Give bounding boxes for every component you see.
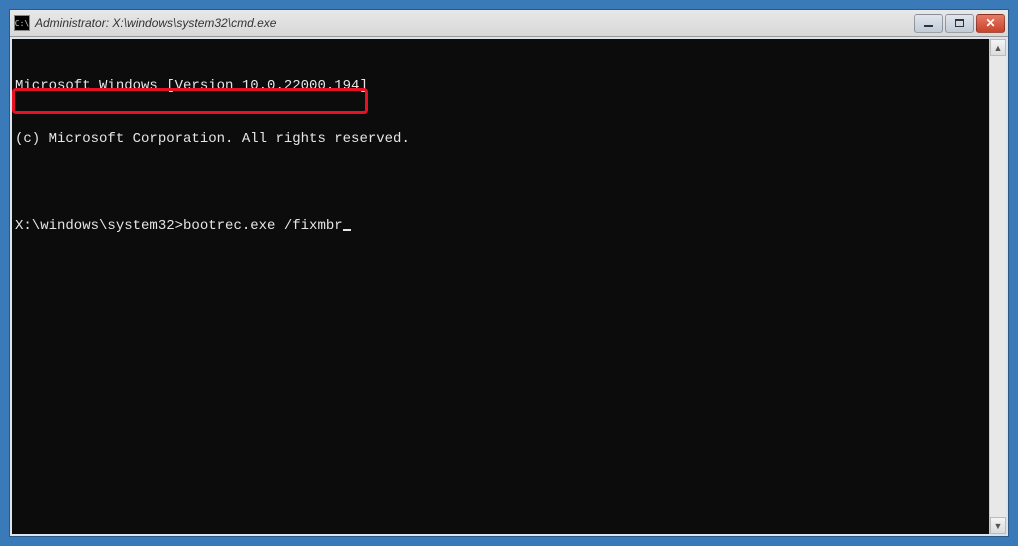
window-controls: ✕ <box>914 14 1005 33</box>
scrollbar-track[interactable] <box>990 56 1006 517</box>
minimize-button[interactable] <box>914 14 943 33</box>
vertical-scrollbar[interactable]: ▲ ▼ <box>989 39 1006 534</box>
maximize-button[interactable] <box>945 14 974 33</box>
scroll-up-button[interactable]: ▲ <box>990 39 1006 56</box>
prompt-text: X:\windows\system32> <box>15 218 183 234</box>
scroll-down-button[interactable]: ▼ <box>990 517 1006 534</box>
prompt-line[interactable]: X:\windows\system32>bootrec.exe /fixmbr <box>15 218 986 236</box>
cursor <box>343 229 351 231</box>
copyright-line: (c) Microsoft Corporation. All rights re… <box>15 131 986 149</box>
minimize-icon <box>924 25 933 27</box>
chevron-up-icon: ▲ <box>994 43 1003 53</box>
terminal-output[interactable]: Microsoft Windows [Version 10.0.22000.19… <box>12 39 989 534</box>
command-input[interactable]: bootrec.exe /fixmbr <box>183 218 343 234</box>
chevron-down-icon: ▼ <box>994 521 1003 531</box>
titlebar[interactable]: C:\ Administrator: X:\windows\system32\c… <box>10 10 1008 37</box>
version-line: Microsoft Windows [Version 10.0.22000.19… <box>15 78 986 96</box>
window-title: Administrator: X:\windows\system32\cmd.e… <box>35 16 914 30</box>
close-icon: ✕ <box>985 17 995 29</box>
cmd-window: C:\ Administrator: X:\windows\system32\c… <box>9 9 1009 537</box>
maximize-icon <box>955 19 964 27</box>
close-button[interactable]: ✕ <box>976 14 1005 33</box>
client-area: Microsoft Windows [Version 10.0.22000.19… <box>10 37 1008 536</box>
cmd-icon: C:\ <box>14 15 30 31</box>
